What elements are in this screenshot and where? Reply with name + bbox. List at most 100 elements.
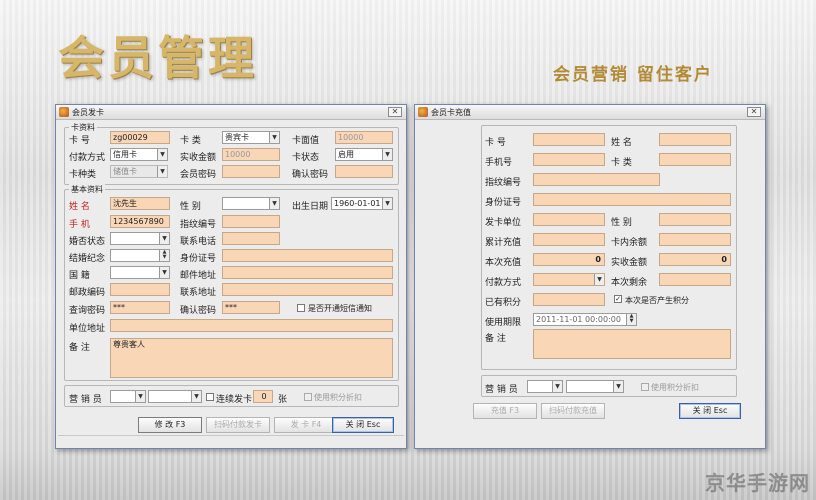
- name-input[interactable]: [659, 133, 731, 146]
- recharge-window-titlebar[interactable]: 会员卡充值 ✕: [415, 105, 765, 120]
- issue-unit-input[interactable]: [533, 213, 605, 226]
- card-kind-value: 储值卡: [113, 167, 137, 176]
- chevron-down-icon[interactable]: ▼: [613, 381, 623, 392]
- close-button[interactable]: 关 闭 Esc: [679, 403, 741, 419]
- company-address-input[interactable]: [110, 319, 393, 332]
- confirm-password2-input[interactable]: ***: [222, 301, 280, 314]
- scan-pay-issue-button[interactable]: 扫码付款发卡: [206, 417, 270, 433]
- continuous-issue-checkbox[interactable]: [206, 393, 214, 401]
- mobile-input[interactable]: 1234567890: [110, 215, 170, 228]
- gender-input[interactable]: [659, 213, 731, 226]
- validity-picker[interactable]: 2011-11-01 00:00:00 ▲ ▼: [533, 313, 637, 326]
- use-points-label: 使用积分折扣: [651, 383, 699, 392]
- chevron-down-icon[interactable]: ▼: [135, 391, 145, 402]
- gender-select[interactable]: ▼: [222, 197, 280, 210]
- scan-pay-recharge-button[interactable]: 扫码付款充值: [541, 403, 605, 419]
- close-icon[interactable]: ✕: [388, 107, 402, 117]
- salesperson-select[interactable]: ▼: [527, 380, 563, 393]
- name-label: 姓 名: [611, 138, 632, 148]
- chevron-down-icon[interactable]: ▼: [269, 132, 279, 143]
- card-type-input[interactable]: [659, 153, 731, 166]
- email-input[interactable]: [222, 266, 393, 279]
- recharge-window: 会员卡充值 ✕ 卡 号 姓 名 手机号 卡 类 指纹编号 身份证号 发卡单位 性…: [414, 104, 766, 449]
- postcode-input[interactable]: [110, 283, 170, 296]
- chevron-down-icon[interactable]: ▼: [157, 166, 167, 177]
- card-no-input[interactable]: zg00029: [110, 131, 170, 144]
- issue-window: 会员发卡 ✕ 卡资料 基本资料 卡 号 zg00029 卡 类 贵宾卡 ▼ 卡面值…: [55, 104, 407, 449]
- face-value-input[interactable]: 10000: [335, 131, 393, 144]
- nationality-select[interactable]: ▼: [110, 266, 170, 279]
- modify-button[interactable]: 修 改 F3: [138, 417, 202, 433]
- recharge-button[interactable]: 充值 F3: [473, 403, 537, 419]
- continuous-issue-count[interactable]: 0: [253, 390, 273, 403]
- member-password-input[interactable]: [222, 165, 280, 178]
- issue-unit-label: 发卡单位: [485, 218, 522, 228]
- chevron-down-icon[interactable]: ▼: [191, 391, 201, 402]
- card-balance-input[interactable]: [659, 233, 731, 246]
- spinner-icon[interactable]: ▲ ▼: [159, 250, 169, 261]
- card-type-value: 贵宾卡: [225, 133, 249, 142]
- issue-card-button[interactable]: 发 卡 F4: [274, 417, 338, 433]
- statusbar: [58, 435, 404, 447]
- chevron-down-icon[interactable]: ▼: [382, 198, 392, 209]
- issue-window-titlebar[interactable]: 会员发卡 ✕: [56, 105, 406, 120]
- chevron-down-icon[interactable]: ▼: [594, 274, 604, 285]
- fingerprint-label: 指纹编号: [485, 178, 522, 188]
- close-button[interactable]: 关 闭 Esc: [332, 417, 394, 433]
- salesperson-label: 营 销 员: [69, 395, 102, 405]
- id-number-input[interactable]: [533, 193, 731, 206]
- contact-phone-input[interactable]: [222, 232, 280, 245]
- confirm-password-input[interactable]: [335, 165, 393, 178]
- contact-address-input[interactable]: [222, 283, 393, 296]
- app-icon: [418, 107, 428, 117]
- generate-points-checkbox[interactable]: ✓: [614, 295, 622, 303]
- chevron-down-icon[interactable]: ▼: [157, 149, 167, 160]
- birthdate-picker[interactable]: 1960-01-01 ▼: [331, 197, 393, 210]
- remaining-times-input[interactable]: [659, 273, 731, 286]
- chevron-down-icon[interactable]: ▼: [159, 233, 169, 244]
- sms-notify-checkbox[interactable]: [297, 304, 305, 312]
- remarks-textarea[interactable]: [533, 329, 731, 359]
- card-no-input[interactable]: [533, 133, 605, 146]
- close-icon[interactable]: ✕: [747, 107, 761, 117]
- card-type-select[interactable]: 贵宾卡 ▼: [222, 131, 280, 144]
- use-points-checkbox[interactable]: [304, 393, 312, 401]
- marital-select[interactable]: ▼: [110, 232, 170, 245]
- points-input[interactable]: [533, 293, 605, 306]
- remarks-textarea[interactable]: 尊贵客人: [110, 338, 393, 378]
- chevron-down-icon[interactable]: ▼: [552, 381, 562, 392]
- fingerprint-input[interactable]: [222, 215, 280, 228]
- chevron-down-icon[interactable]: ▼: [269, 198, 279, 209]
- chevron-down-icon[interactable]: ▼: [382, 149, 392, 160]
- actual-received-input[interactable]: 10000: [222, 148, 280, 161]
- name-input[interactable]: 沈先生: [110, 197, 170, 210]
- payment-value: 信用卡: [113, 150, 137, 159]
- sheets-label: 张: [278, 395, 288, 405]
- mobile-label: 手 机: [69, 220, 90, 230]
- salesperson-select-2[interactable]: ▼: [566, 380, 624, 393]
- email-label: 邮件地址: [180, 271, 217, 281]
- salesperson-select-2[interactable]: ▼: [148, 390, 202, 403]
- actual-received-input[interactable]: 0: [659, 253, 731, 266]
- payment-select[interactable]: 信用卡 ▼: [110, 148, 168, 161]
- anniversary-label: 结婚纪念: [69, 254, 106, 264]
- id-number-input[interactable]: [222, 249, 393, 262]
- spinner-icon[interactable]: ▲ ▼: [626, 314, 636, 325]
- total-recharge-input[interactable]: [533, 233, 605, 246]
- card-kind-label: 卡种类: [69, 170, 97, 180]
- anniversary-picker[interactable]: ▲ ▼: [110, 249, 170, 262]
- mobile-input[interactable]: [533, 153, 605, 166]
- chevron-down-icon[interactable]: ▼: [159, 267, 169, 278]
- actual-received-label: 实收金额: [611, 258, 648, 268]
- use-points-checkbox[interactable]: [641, 383, 649, 391]
- card-status-select[interactable]: 启用 ▼: [335, 148, 393, 161]
- gender-label: 性 别: [611, 218, 632, 228]
- query-password-input[interactable]: ***: [110, 301, 170, 314]
- fingerprint-input[interactable]: [533, 173, 660, 186]
- continuous-issue-label: 连续发卡: [216, 395, 253, 405]
- background-shade: [0, 448, 816, 500]
- payment-select[interactable]: ▼: [533, 273, 605, 286]
- current-recharge-input[interactable]: 0: [533, 253, 605, 266]
- card-kind-select[interactable]: 储值卡 ▼: [110, 165, 168, 178]
- salesperson-select[interactable]: ▼: [110, 390, 146, 403]
